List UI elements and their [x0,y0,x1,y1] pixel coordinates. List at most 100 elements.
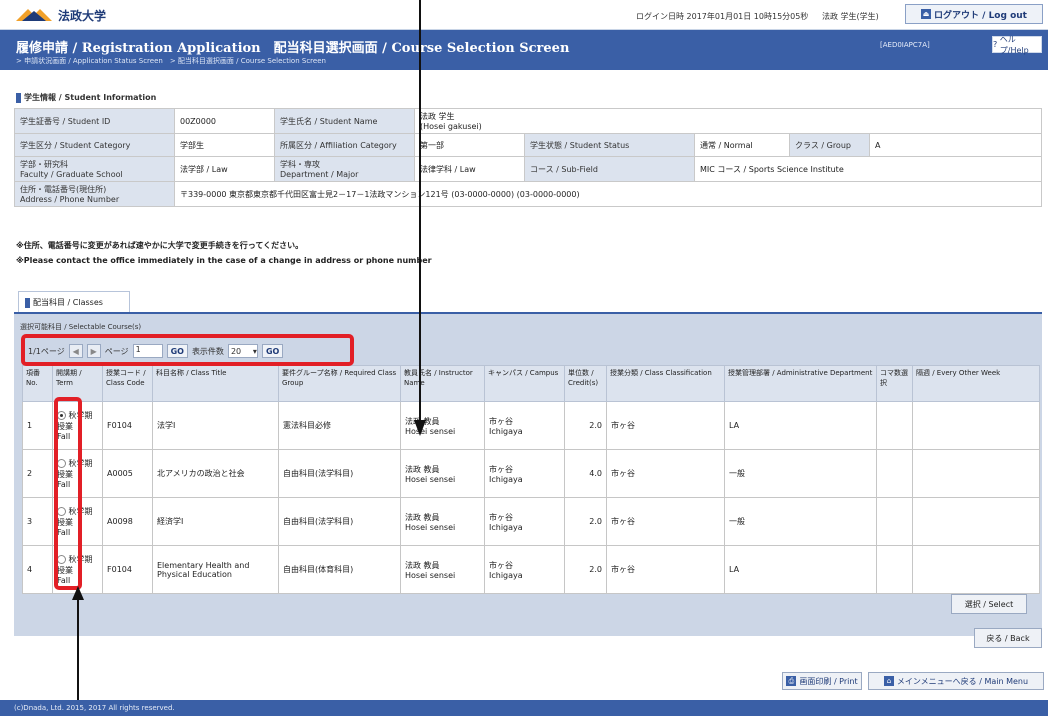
address-notice: ※住所、電話番号に変更があれば速やかに大学で変更手続きを行ってください。 ※Pl… [16,238,432,268]
affiliation-category-label: 所属区分 / Affiliation Category [274,133,415,157]
student-status-value: 通常 / Normal [694,133,790,157]
student-name-label: 学生氏名 / Student Name [274,108,415,134]
class-classification: 市ヶ谷 [606,449,725,498]
col-header: キャンパス / Campus [484,365,565,402]
breadcrumb[interactable]: > 申請状況画面 / Application Status Screen > 配… [16,56,326,66]
login-timestamp: ログイン日時 2017年01月01日 10時15分05秒 [636,12,809,21]
instructor: 法政 教員 Hosei sensei [400,497,485,546]
selectable-caption: 選択可能科目 / Selectable Course(s) [20,323,142,331]
logo-mark-icon [14,7,54,23]
col-header: 単位数 / Credit(s) [564,365,607,402]
campus: 市ヶ谷 Ichigaya [484,545,565,594]
arrow-down-icon [414,0,426,436]
affiliation-category-value: 第一部 [414,133,525,157]
student-info-heading-label: 学生情報 / Student Information [24,93,157,102]
pager-highlight-box [21,334,354,366]
select-button[interactable]: 選択 / Select [951,594,1027,614]
print-button[interactable]: ⎙ 画面印刷 / Print [782,672,862,690]
credits: 2.0 [564,497,607,546]
subfield-value: MIC コース / Sports Science Institute [694,156,1042,182]
table-row[interactable]: 1 秋学期授業 Fall F0104 法学Ⅰ 憲法科目必修 法政 教員 Hose… [22,401,1040,450]
table-row[interactable]: 2 秋学期授業 Fall A0005 北アメリカの政治と社会 自由科目(法学科目… [22,449,1040,498]
admin-dept: 一般 [724,497,877,546]
notice-line-en: ※Please contact the office immediately i… [16,256,432,265]
col-header: 科目名称 / Class Title [152,365,279,402]
help-button[interactable]: ? ヘルプ/Help [992,34,1042,55]
col-header: 授業分類 / Class Classification [606,365,725,402]
campus: 市ヶ谷 Ichigaya [484,449,565,498]
department-label: 学科・専攻 Department / Major [274,156,415,182]
section-flag-icon [16,92,21,103]
koma-cell [876,497,913,546]
col-header: コマ数選択 [876,365,913,402]
col-header: 要件グループ名称 / Required Class Group [278,365,401,402]
notice-line-jp: ※住所、電話番号に変更があれば速やかに大学で変更手続きを行ってください。 [16,241,304,250]
logout-icon: ⏏ [921,9,932,19]
koma-cell [876,449,913,498]
top-bar: 法政大学 ログイン日時 2017年01月01日 10時15分05秒 法政 学生(… [0,0,1048,30]
group-label: クラス / Group [789,133,870,157]
class-classification: 市ヶ谷 [606,401,725,450]
required-group: 自由科目(法学科目) [278,497,401,546]
student-row: 住所・電話番号(現住所) Address / Phone Number 〒339… [14,181,1042,207]
address-label: 住所・電話番号(現住所) Address / Phone Number [14,181,175,207]
faculty-label: 学部・研究科 Faculty / Graduate School [14,156,175,182]
biweekly-cell [912,497,1040,546]
credits: 2.0 [564,545,607,594]
student-name-value: 法政 学生 (Hosei gakusei) [414,108,1042,134]
credits: 4.0 [564,449,607,498]
course-table-header: 項番 No. 開講期 / Term 授業コード / Class Code 科目名… [22,365,1040,402]
row-no: 2 [22,449,53,498]
user-name: 法政 学生(学生) [822,12,879,21]
required-group: 憲法科目必修 [278,401,401,450]
home-icon: ⌂ [883,676,894,686]
help-label: ヘルプ/Help [999,34,1029,55]
class-code: A0005 [102,449,153,498]
koma-cell [876,401,913,450]
class-classification: 市ヶ谷 [606,545,725,594]
credits: 2.0 [564,401,607,450]
student-category-label: 学生区分 / Student Category [14,133,175,157]
table-row[interactable]: 4 秋学期授業 Fall F0104 Elementary Health and… [22,545,1040,594]
tab-classes-label: 配当科目 / Classes [33,298,103,307]
logout-button[interactable]: ⏏ ログアウト / Log out [905,4,1043,24]
footer: (c)Dnada, Ltd. 2015, 2017 All rights res… [0,700,1048,716]
help-icon: ? [993,40,1000,49]
col-header: 項番 No. [22,365,53,402]
title-bar: 履修申請 / Registration Application 配当科目選択画面… [0,30,1048,70]
print-label: 画面印刷 / Print [799,676,858,686]
logo-text: 法政大学 [58,8,107,23]
print-icon: ⎙ [786,676,797,686]
table-row[interactable]: 3 秋学期授業 Fall A0098 経済学Ⅰ 自由科目(法学科目) 法政 教員… [22,497,1040,546]
class-code: A0098 [102,497,153,546]
row-no: 1 [22,401,53,450]
student-row: 学生区分 / Student Category 学部生 所属区分 / Affil… [14,133,1042,157]
biweekly-cell [912,449,1040,498]
student-category-value: 学部生 [174,133,275,157]
campus: 市ヶ谷 Ichigaya [484,401,565,450]
required-group: 自由科目(法学科目) [278,449,401,498]
main-menu-label: メインメニューへ戻る / Main Menu [896,676,1029,686]
copyright: (c)Dnada, Ltd. 2015, 2017 All rights res… [14,704,175,712]
admin-dept: 一般 [724,449,877,498]
faculty-value: 法学部 / Law [174,156,275,182]
class-classification: 市ヶ谷 [606,497,725,546]
class-code: F0104 [102,545,153,594]
class-title: 北アメリカの政治と社会 [152,449,279,498]
class-title: 経済学Ⅰ [152,497,279,546]
instructor: 法政 教員 Hosei sensei [400,449,485,498]
campus: 市ヶ谷 Ichigaya [484,497,565,546]
row-no: 3 [22,497,53,546]
student-id-label: 学生証番号 / Student ID [14,108,175,134]
tab-classes[interactable]: 配当科目 / Classes [18,291,130,313]
instructor: 法政 教員 Hosei sensei [400,545,485,594]
main-menu-button[interactable]: ⌂ メインメニューへ戻る / Main Menu [868,672,1044,690]
class-title: Elementary Health and Physical Education [152,545,279,594]
back-button[interactable]: 戻る / Back [974,628,1042,648]
col-header: 授業コード / Class Code [102,365,153,402]
arrow-up-icon [72,586,84,716]
class-title: 法学Ⅰ [152,401,279,450]
department-value: 法律学科 / Law [414,156,525,182]
col-header: 授業管理部署 / Administrative Department [724,365,877,402]
class-code: F0104 [102,401,153,450]
